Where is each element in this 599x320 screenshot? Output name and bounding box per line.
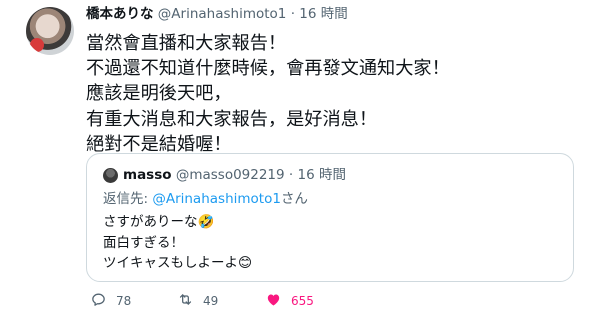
quoted-tweet-header: masso @masso092219 · 16 時間 [123,165,346,185]
author-name[interactable]: 橋本ありな [86,6,154,22]
quoted-text-line: 面白すぎる！ [103,234,184,251]
tweet-timestamp[interactable]: 16 時間 [299,6,347,22]
retweet-icon [177,291,194,312]
reply-suffix: さん [280,191,308,207]
reply-button[interactable]: 78 [90,290,131,312]
heart-icon [265,291,282,312]
retweet-button[interactable]: 49 [177,290,218,312]
tweet-text-line: 有重大消息和大家報告，是好消息！ [86,108,378,130]
reply-icon [90,291,107,312]
author-avatar[interactable] [26,7,74,55]
quoted-text-line: さすがありーな🤣 [103,214,215,230]
tweet-text-line: 應該是明後天吧， [86,83,232,105]
reply-prefix: 返信先: [103,191,153,207]
like-button[interactable]: 655 [265,290,314,312]
reply-context: 返信先: @Arinahashimoto1さん [103,189,308,209]
quoted-author-handle: @masso092219 [175,167,285,183]
quoted-header-separator: · [288,167,294,183]
quoted-text-line: ツイキャスもしよーよ😊 [103,255,253,271]
tweet-text: 當然會直播和大家報告！ 不過還不知道什麼時候，會再發文通知大家！ 應該是明後天吧… [86,31,586,157]
quoted-author-avatar [103,168,118,183]
tweet-text-line: 當然會直播和大家報告！ [86,33,287,54]
author-handle[interactable]: @Arinahashimoto1 [158,6,287,22]
like-count: 655 [291,294,314,308]
header-separator: · [290,6,295,22]
quoted-author-name: masso [123,167,172,183]
tweet-text-line: 不過還不知道什麼時候，會再發文通知大家！ [86,58,450,80]
reply-mention-link[interactable]: @Arinahashimoto1 [152,191,281,207]
quoted-tweet-text: さすがありーな🤣 面白すぎる！ ツイキャスもしよーよ😊 [103,212,252,274]
quoted-timestamp: 16 時間 [297,167,346,183]
tweet-header: 橋本ありな @Arinahashimoto1 · 16 時間 [86,4,348,24]
quoted-tweet[interactable]: masso @masso092219 · 16 時間 返信先: @Arinaha… [86,153,574,282]
retweet-count: 49 [203,294,219,308]
avatar-flower [30,38,44,52]
reply-count: 78 [116,294,132,308]
